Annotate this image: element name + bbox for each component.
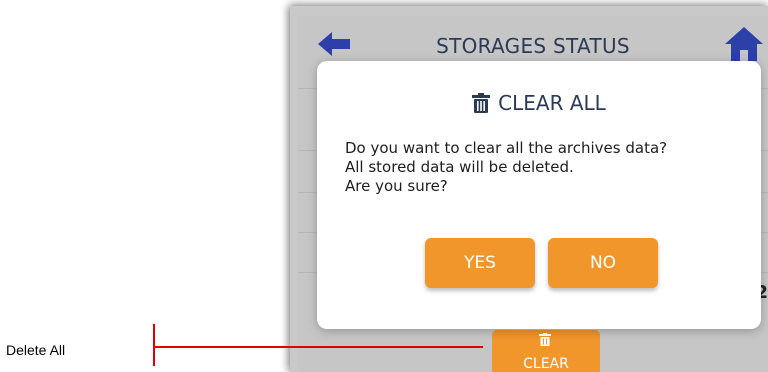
dialog-title: CLEAR ALL [317, 91, 761, 118]
dialog-message-line: All stored data will be deleted. [345, 158, 574, 176]
clear-button[interactable]: CLEAR [492, 330, 600, 372]
callout-tick [153, 324, 155, 366]
home-icon [725, 27, 763, 61]
yes-button[interactable]: YES [425, 238, 535, 288]
trash-icon [472, 93, 491, 118]
callout-line [153, 346, 483, 348]
clear-all-dialog: CLEAR ALL Do you want to clear all the a… [317, 61, 761, 329]
arrow-left-icon [318, 32, 350, 56]
clear-button-label: CLEAR [523, 356, 569, 372]
dialog-title-text: CLEAR ALL [498, 91, 606, 115]
back-button[interactable] [314, 26, 354, 62]
page-title: STORAGES STATUS [436, 34, 630, 58]
dialog-message-line: Do you want to clear all the archives da… [345, 139, 668, 157]
dialog-message-line: Are you sure? [345, 177, 448, 195]
no-button[interactable]: NO [548, 238, 658, 288]
trash-icon [539, 333, 551, 349]
home-button[interactable] [722, 24, 766, 64]
annotation-label: Delete All [6, 342, 66, 358]
